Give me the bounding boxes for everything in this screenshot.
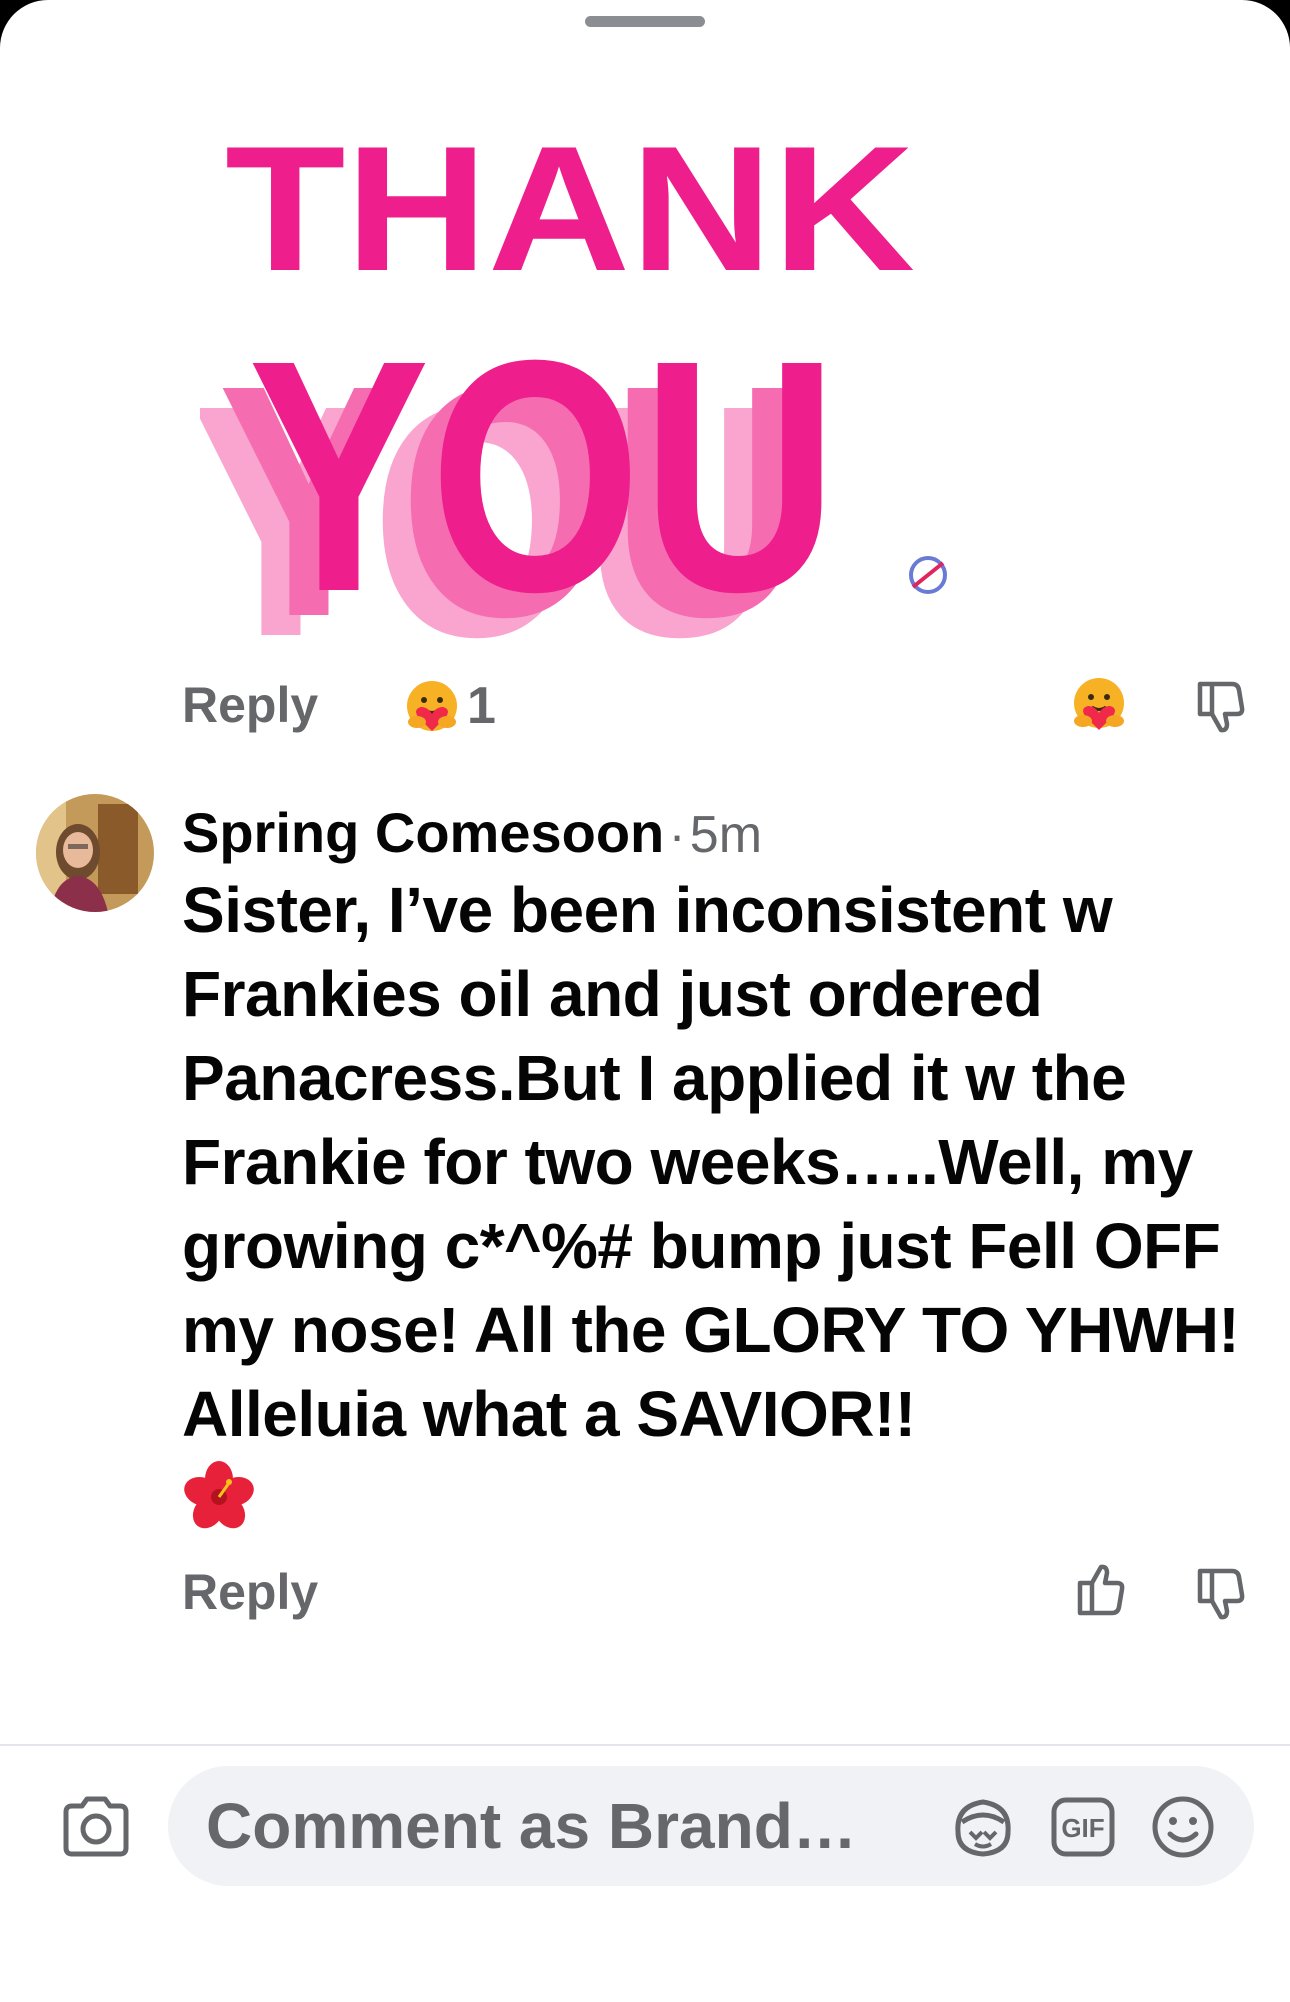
dislike-button[interactable]: [1188, 674, 1250, 736]
comment-header: Spring Comesoon · 5m: [182, 800, 762, 865]
avatar[interactable]: [36, 794, 154, 912]
comment-text-block: Sister, I’ve been inconsistent w Frankie…: [182, 868, 1262, 1534]
avatar-sticker-icon: [955, 1799, 1011, 1857]
gif-button[interactable]: GIF: [1048, 1792, 1118, 1862]
comments-sheet: THANK YOU YOU YOU Reply 1 Spring Comesoo…: [0, 0, 1290, 2002]
thumbs-up-icon: [1077, 1564, 1125, 1616]
comment-timestamp[interactable]: 5m: [690, 806, 762, 864]
thumbs-down-icon: [1197, 1568, 1245, 1620]
comment-input[interactable]: Comment as Brand… GIF: [168, 1766, 1254, 1886]
dislike-button[interactable]: [1188, 1561, 1250, 1623]
comment-text: Sister, I’ve been inconsistent w Frankie…: [182, 874, 1240, 1450]
gif-label: GIF: [1061, 1813, 1104, 1843]
comment-composer: Comment as Brand… GIF: [0, 1746, 1290, 2002]
comment-actions: Reply: [0, 1557, 1290, 1627]
comment-input-placeholder: Comment as Brand…: [206, 1790, 857, 1862]
sticker-brand-badge-icon: [909, 556, 947, 594]
care-hug-emoji-icon: [1074, 678, 1124, 730]
sticker-line-2: YOU: [248, 291, 838, 650]
like-button[interactable]: [1068, 1561, 1130, 1623]
reaction-count: 1: [467, 677, 496, 735]
thumbs-down-icon: [1197, 681, 1245, 733]
separator-dot: ·: [668, 807, 686, 863]
sheet-grabber-handle[interactable]: [585, 16, 705, 27]
gif-icon: GIF: [1051, 1797, 1115, 1857]
smiley-icon: [1152, 1796, 1214, 1858]
reply-button[interactable]: Reply: [182, 1557, 318, 1627]
sticker-comment-actions: Reply 1: [0, 670, 1290, 740]
avatar-sticker-button[interactable]: [948, 1792, 1018, 1862]
emoji-button[interactable]: [1148, 1792, 1218, 1862]
care-hug-emoji-icon: [407, 681, 457, 731]
thank-you-sticker: THANK YOU YOU YOU: [200, 70, 970, 650]
camera-icon: [63, 1796, 129, 1857]
reaction-summary[interactable]: 1: [405, 677, 496, 735]
hibiscus-emoji-icon: [184, 1461, 254, 1529]
comment-author[interactable]: Spring Comesoon: [182, 801, 664, 864]
camera-button[interactable]: [58, 1788, 134, 1864]
reply-button[interactable]: Reply: [182, 670, 318, 740]
sticker-line-1: THANK: [225, 109, 915, 308]
selected-reaction-button[interactable]: [1068, 674, 1130, 736]
